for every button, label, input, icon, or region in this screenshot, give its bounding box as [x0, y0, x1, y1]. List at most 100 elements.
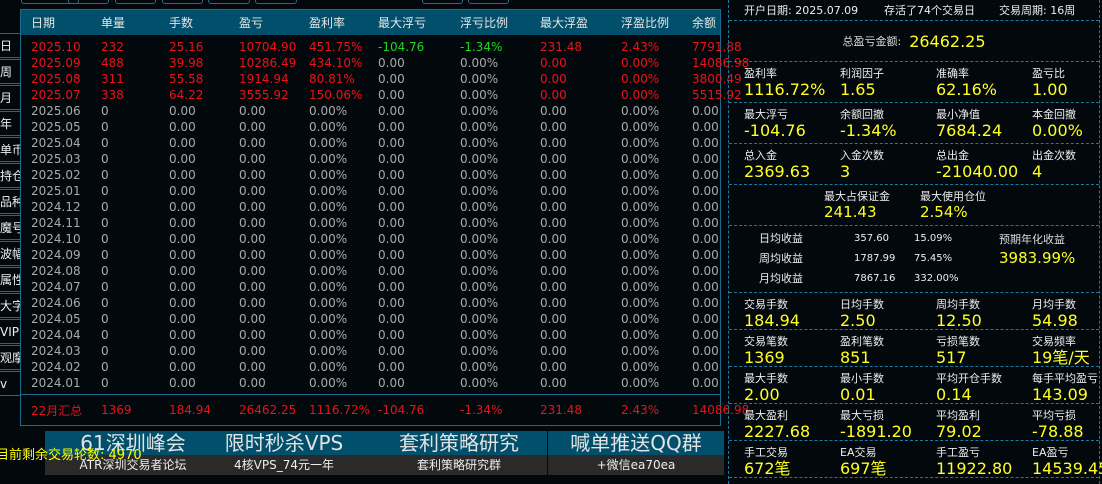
column-header[interactable]: 最大浮盈: [530, 14, 611, 31]
stat-value: 697笔: [840, 459, 887, 478]
table-cell: 0: [101, 248, 109, 262]
table-cell: 2024.09: [31, 248, 81, 262]
stat-value: 2369.63: [744, 162, 811, 181]
table-cell: 0: [101, 168, 109, 182]
table-cell: 10704.90: [239, 40, 297, 54]
table-cell: 0.00%: [309, 344, 348, 358]
table-row[interactable]: 2025.07 338 64.22 3555.92 150.06% 0.00 0.00% 0.…: [21, 87, 742, 103]
stat-item: 入金次数 3: [840, 149, 936, 182]
stat-value: 2.54%: [920, 203, 968, 221]
table-row[interactable]: 2025.06 0 0.00 0.00 0.00% 0.00 0.00% 0.00 0.00% 0…: [21, 103, 720, 119]
table-row[interactable]: 2025.04 0 0.00 0.00 0.00% 0.00 0.00% 0.00 0.00% 0…: [21, 135, 720, 151]
avg-label: 周均收益: [759, 252, 803, 265]
stats-group: 最大手数 2.00 最小手数 0.01 平均开仓手数 0.14 每手平均盈亏 143.09: [729, 367, 1099, 404]
side-tab[interactable]: 持仓: [0, 163, 20, 188]
table-row[interactable]: 2024.06 0 0.00 0.00 0.00% 0.00 0.00% 0.00 0.00% 0…: [21, 295, 720, 311]
column-header[interactable]: 浮盈比例: [611, 14, 682, 31]
table-cell: 0.00: [378, 136, 405, 150]
table-row[interactable]: 2025.03 0 0.00 0.00 0.00% 0.00 0.00% 0.00 0.00% 0…: [21, 151, 720, 167]
top-button[interactable]: [255, 0, 297, 4]
annual-label: 预期年化收益: [999, 233, 1065, 246]
table-row[interactable]: 2024.10 0 0.00 0.00 0.00% 0.00 0.00% 0.00 0.00% 0…: [21, 231, 720, 247]
side-tab[interactable]: 月: [0, 85, 20, 110]
table-cell: 0.00: [540, 200, 567, 214]
column-header[interactable]: 盈亏: [229, 14, 299, 31]
table-row[interactable]: 2024.12 0 0.00 0.00 0.00% 0.00 0.00% 0.00 0.00% 0…: [21, 199, 720, 215]
table-cell: 0.00: [540, 248, 567, 262]
column-header[interactable]: 浮亏比例: [450, 14, 530, 31]
side-tab[interactable]: 年: [0, 111, 20, 136]
top-button[interactable]: [468, 0, 509, 4]
table-row[interactable]: 2025.09 488 39.98 10286.49 434.10% 0.00 0.00% 0…: [21, 55, 749, 71]
column-header[interactable]: 手数: [159, 14, 229, 31]
table-cell: 0.00%: [309, 312, 348, 326]
top-button[interactable]: [68, 0, 109, 4]
table-cell: 0.00: [239, 360, 266, 374]
table-row[interactable]: 2025.05 0 0.00 0.00 0.00% 0.00 0.00% 0.00 0.00% 0…: [21, 119, 720, 135]
table-cell: 0.00: [169, 136, 196, 150]
table-row[interactable]: 2025.10 232 25.16 10704.90 451.75% -104.76 -1.…: [21, 39, 742, 55]
table-cell: 0.00: [540, 184, 567, 198]
table-cell: 0.00: [540, 168, 567, 182]
stat-label: 每手平均盈亏: [1032, 372, 1098, 385]
column-header[interactable]: 日期: [21, 14, 91, 31]
side-tab[interactable]: 属性: [0, 267, 20, 292]
side-tab[interactable]: 波幅: [0, 241, 20, 266]
table-cell: 0.00: [169, 376, 196, 390]
table-cell: 0.00: [169, 152, 196, 166]
table-cell: 0.00%: [460, 152, 499, 166]
ad-banner[interactable]: 限时秒杀VPS 4核VPS_74元一年: [196, 431, 372, 475]
table-cell: 0.00%: [621, 72, 660, 86]
column-header[interactable]: 单量: [91, 14, 159, 31]
column-header[interactable]: 盈利率: [299, 14, 368, 31]
table-cell: 0.00: [169, 200, 196, 214]
table-row[interactable]: 2024.03 0 0.00 0.00 0.00% 0.00 0.00% 0.00 0.00% 0…: [21, 343, 720, 359]
stat-value: -1891.20: [840, 422, 912, 441]
side-tab[interactable]: 周: [0, 59, 20, 84]
table-cell: 2025.08: [31, 72, 81, 86]
stat-label: 月均手数: [1032, 298, 1076, 311]
side-tab[interactable]: 观摩: [0, 345, 20, 370]
summary-cell: -104.76: [378, 403, 425, 417]
table-row[interactable]: 2025.02 0 0.00 0.00 0.00% 0.00 0.00% 0.00 0.00% 0…: [21, 167, 720, 183]
table-row[interactable]: 2024.09 0 0.00 0.00 0.00% 0.00 0.00% 0.00 0.00% 0…: [21, 247, 720, 263]
top-button[interactable]: [422, 0, 463, 4]
top-button[interactable]: [162, 0, 203, 4]
table-row[interactable]: 2024.05 0 0.00 0.00 0.00% 0.00 0.00% 0.00 0.00% 0…: [21, 311, 720, 327]
table-cell: 0.00%: [621, 216, 660, 230]
table-cell: 0.00%: [460, 296, 499, 310]
ad-banner[interactable]: 套利策略研究 套利策略研究群: [371, 431, 547, 475]
side-tab[interactable]: 大字: [0, 293, 20, 318]
table-cell: 0.00%: [309, 200, 348, 214]
column-header[interactable]: 最大浮亏: [368, 14, 450, 31]
side-tab[interactable]: 品种: [0, 189, 20, 214]
table-row[interactable]: 2025.01 0 0.00 0.00 0.00% 0.00 0.00% 0.00 0.00% 0…: [21, 183, 720, 199]
table-row[interactable]: 2024.07 0 0.00 0.00 0.00% 0.00 0.00% 0.00 0.00% 0…: [21, 279, 720, 295]
avg-row: 周均收益 1787.99 75.45%: [759, 249, 999, 269]
table-cell: 0.00: [378, 344, 405, 358]
stat-value: 241.43: [824, 203, 877, 221]
top-button[interactable]: [115, 0, 156, 4]
table-row[interactable]: 2024.01 0 0.00 0.00 0.00% 0.00 0.00% 0.00 0.00% 0…: [21, 375, 720, 391]
table-cell: 0: [101, 216, 109, 230]
table-cell: 0.00%: [621, 296, 660, 310]
top-button[interactable]: [208, 0, 250, 4]
table-cell: 0.00: [239, 248, 266, 262]
ad-banner[interactable]: 喊单推送QQ群 +微信ea70ea: [548, 431, 724, 475]
side-tab[interactable]: 单币: [0, 137, 20, 162]
side-tab[interactable]: VIP: [0, 319, 20, 344]
side-tab[interactable]: 日: [0, 33, 20, 58]
table-cell: 0: [101, 360, 109, 374]
table-row[interactable]: 2024.04 0 0.00 0.00 0.00% 0.00 0.00% 0.00 0.00% 0…: [21, 327, 720, 343]
table-cell: 0.00: [540, 152, 567, 166]
table-cell: 0.00%: [460, 360, 499, 374]
table-row[interactable]: 2025.08 311 55.58 1914.94 80.81% 0.00 0.00% 0.0…: [21, 71, 742, 87]
table-row[interactable]: 2024.02 0 0.00 0.00 0.00% 0.00 0.00% 0.00 0.00% 0…: [21, 359, 720, 375]
table-row[interactable]: 2024.11 0 0.00 0.00 0.00% 0.00 0.00% 0.00 0.00% 0…: [21, 215, 720, 231]
table-cell: 80.81%: [309, 72, 355, 86]
side-tab[interactable]: 魔号: [0, 215, 20, 240]
side-tab[interactable]: v: [0, 371, 20, 396]
table-cell: 1914.94: [239, 72, 289, 86]
table-row[interactable]: 2024.08 0 0.00 0.00 0.00% 0.00 0.00% 0.00 0.00% 0…: [21, 263, 720, 279]
stat-value: 62.16%: [936, 80, 998, 99]
